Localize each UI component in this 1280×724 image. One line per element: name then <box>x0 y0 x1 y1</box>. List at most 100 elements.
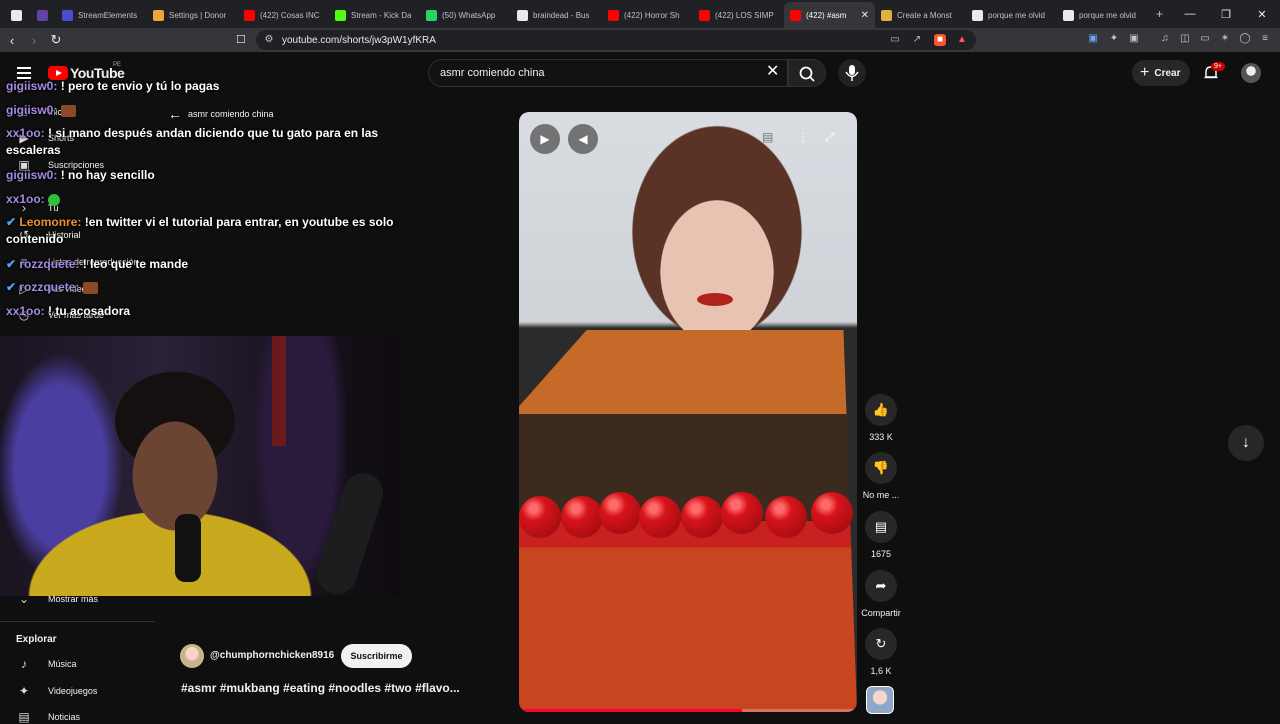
share-arrow-icon: ➦ <box>865 570 897 602</box>
restore-icon[interactable]: ❐ <box>1208 8 1244 21</box>
chat-message: ✔ rozzquete: <box>6 279 396 296</box>
sound-creator-avatar[interactable] <box>866 686 894 714</box>
notification-count-badge: 9+ <box>1211 62 1225 71</box>
minimize-icon[interactable]: — <box>1172 8 1208 20</box>
forward-arrow-icon[interactable]: › <box>24 33 44 48</box>
chat-username: gigiisw0: <box>6 168 58 182</box>
browser-tab[interactable]: Stream - Kick Da <box>329 2 420 28</box>
browser-tab[interactable]: Settings | Donor <box>147 2 238 28</box>
browser-toolbar: ‹ › ↻ ☐ ⚙ youtube.com/shorts/jw3pW1yfKRA… <box>0 28 1280 52</box>
reload-icon[interactable]: ↻ <box>46 32 66 48</box>
browser-tab[interactable]: (422) Cosas INC <box>238 2 329 28</box>
vpn-shield-icon[interactable]: ◯ <box>1239 33 1251 45</box>
channel-avatar[interactable] <box>180 644 204 668</box>
tab-label: braindead - Bus <box>533 10 590 20</box>
chat-badge-icon: ✔ <box>6 280 20 294</box>
tomato <box>681 496 723 538</box>
tomato <box>721 492 763 534</box>
search-button[interactable] <box>788 59 826 87</box>
address-bar[interactable]: ⚙ youtube.com/shorts/jw3pW1yfKRA ▭ ↗ ■ ▲ <box>256 30 976 50</box>
tab-favicon-icon <box>426 9 437 21</box>
captions-icon[interactable]: ▤ <box>762 130 773 144</box>
brave-rewards-icon[interactable]: ▲ <box>956 34 968 46</box>
volume-icon[interactable]: ◀ <box>568 124 598 154</box>
close-tab-icon[interactable]: ✕ <box>857 10 869 21</box>
browser-tab[interactable] <box>30 2 56 28</box>
remix-button[interactable]: ↻ 1,6 K <box>859 628 903 676</box>
tab-favicon-icon <box>517 9 528 21</box>
browser-tab[interactable]: (422) #asm ✕ <box>784 2 875 28</box>
tomato <box>561 496 603 538</box>
tomato <box>519 496 561 538</box>
explore-item[interactable]: ▤ Noticias <box>16 710 80 724</box>
browser-tab[interactable]: porque me olvid <box>1057 2 1148 28</box>
share-page-icon[interactable]: ↗ <box>911 34 923 46</box>
close-window-icon[interactable]: ✕ <box>1244 8 1280 21</box>
extensions-icon[interactable]: ✦ <box>1108 33 1120 45</box>
account-avatar[interactable] <box>1241 63 1261 83</box>
chat-text: ! no hay sencillo <box>60 168 155 182</box>
like-button[interactable]: 👍 333 K <box>859 394 903 442</box>
browser-tab[interactable] <box>4 2 30 28</box>
wallet-icon[interactable]: ▭ <box>1199 33 1211 45</box>
chat-message: xx1oo: ! si mano después andan diciendo … <box>6 125 396 159</box>
tab-label: (422) LOS SIMP <box>715 10 774 20</box>
channel-handle[interactable]: @chumphornchicken8916 <box>210 650 334 661</box>
browser-tab[interactable]: braindead - Bus <box>511 2 602 28</box>
play-icon[interactable]: ▶ <box>530 124 560 154</box>
tab-label: porque me olvid <box>988 10 1045 20</box>
search-icon <box>799 66 815 82</box>
comments-button[interactable]: ▤ 1675 <box>859 511 903 559</box>
remix-count: 1,6 K <box>870 666 892 676</box>
browser-tab[interactable]: (422) LOS SIMP <box>693 2 784 28</box>
explore-item[interactable]: ✦ Videojuegos <box>16 684 97 698</box>
browser-tab[interactable]: Create a Monst <box>875 2 966 28</box>
voice-search-button[interactable] <box>838 59 866 87</box>
shorts-video-player[interactable]: ▶ ◀ ▤ ⋮ ⤢ <box>519 112 857 712</box>
browser-tab[interactable]: (50) WhatsApp <box>420 2 511 28</box>
chat-username: xx1oo: <box>6 192 45 206</box>
new-tab-button[interactable]: + <box>1156 7 1163 21</box>
explore-heading: Explorar <box>16 634 57 645</box>
leo-ai-icon[interactable]: ✶ <box>1219 33 1231 45</box>
comment-count: 1675 <box>870 549 892 559</box>
menu-icon[interactable]: ≡ <box>1259 33 1271 45</box>
translate-icon[interactable]: ▣ <box>1087 33 1099 45</box>
music-icon: ♪ <box>21 657 27 671</box>
chat-emote-icon <box>48 193 61 206</box>
share-button[interactable]: ➦ Compartir <box>859 570 903 618</box>
search-input[interactable]: asmr comiendo china <box>428 59 788 87</box>
streamer-webcam <box>0 336 401 596</box>
next-short-button[interactable]: ↓ <box>1228 425 1264 461</box>
chat-emote-icon <box>60 104 76 117</box>
video-title[interactable]: #asmr #mukbang #eating #noodles #two #fl… <box>181 681 460 695</box>
clear-search-icon[interactable]: ✕ <box>766 64 779 80</box>
cast-icon[interactable]: ▭ <box>889 34 901 46</box>
more-options-icon[interactable]: ⋮ <box>797 130 809 144</box>
fullscreen-icon[interactable]: ⤢ <box>825 130 835 145</box>
bookmark-icon[interactable]: ☐ <box>236 33 246 46</box>
microphone-icon <box>845 65 859 81</box>
site-info-icon[interactable]: ⚙ <box>263 34 275 46</box>
screenshot-icon[interactable]: ▣ <box>1128 33 1140 45</box>
media-icon[interactable]: ♫ <box>1159 33 1171 45</box>
webcam-skateboard <box>311 467 389 596</box>
plus-icon: + <box>1140 64 1150 81</box>
brave-shield-icon[interactable]: ■ <box>934 34 946 46</box>
browser-tab[interactable]: StreamElements <box>56 2 147 28</box>
tab-favicon-icon <box>790 9 801 21</box>
gamepad-icon: ✦ <box>18 684 30 698</box>
browser-tab[interactable]: porque me olvid <box>966 2 1057 28</box>
video-progress-bar[interactable] <box>519 709 857 712</box>
tomato-row <box>519 492 857 552</box>
subscribe-button[interactable]: Suscribirme <box>341 644 412 668</box>
browser-tab[interactable]: (422) Horror Sh <box>602 2 693 28</box>
back-arrow-icon[interactable]: ‹ <box>2 33 22 48</box>
dislike-button[interactable]: 👎 No me ... <box>859 452 903 500</box>
tab-label: porque me olvid <box>1079 10 1136 20</box>
tab-favicon-icon <box>11 9 22 21</box>
sidebar-toggle-icon[interactable]: ◫ <box>1179 33 1191 45</box>
explore-item[interactable]: ♪ Música <box>16 657 77 671</box>
chat-message: xx1oo: <box>6 191 396 208</box>
create-button[interactable]: + Crear <box>1132 60 1190 86</box>
